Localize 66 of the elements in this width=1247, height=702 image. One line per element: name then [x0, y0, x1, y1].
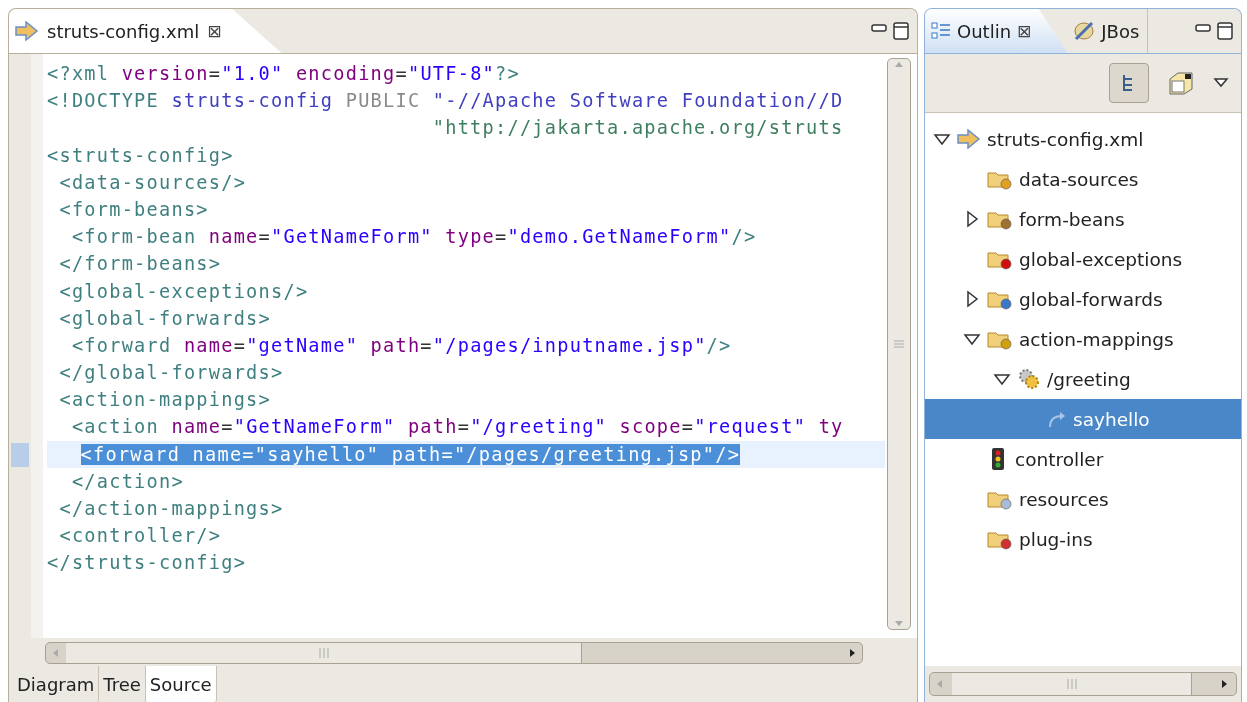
palette-icon	[1073, 20, 1096, 42]
tree-item[interactable]: data-sources	[925, 159, 1241, 199]
code-line: <data-sources/>	[58, 170, 248, 195]
curved-arrow-icon	[1047, 410, 1067, 428]
minimize-icon[interactable]	[871, 22, 887, 34]
tree-item-label: data-sources	[1019, 168, 1139, 190]
tree-item-label: controller	[1015, 448, 1104, 470]
tree-item[interactable]: global-forwards	[925, 279, 1241, 319]
code-line: </action>	[70, 469, 185, 494]
tree-item-label: struts-config.xml	[987, 128, 1144, 150]
tree-item-label: resources	[1019, 488, 1109, 510]
tree-item[interactable]: /greeting	[925, 359, 1241, 399]
code-line: </struts-config>	[47, 551, 248, 576]
tree-item[interactable]: resources	[925, 479, 1241, 519]
tab-title: Outlin	[957, 20, 1012, 42]
tree-view-button[interactable]	[1109, 63, 1149, 103]
tab-title: JBos	[1101, 20, 1140, 42]
tree-item[interactable]: action-mappings	[925, 319, 1241, 359]
grip-icon	[893, 339, 905, 349]
tree-item-label: plug-ins	[1019, 528, 1093, 550]
maximize-icon[interactable]	[1217, 22, 1233, 40]
code-line: <action-mappings>	[58, 388, 272, 413]
gear-icon	[1017, 368, 1041, 390]
tree-item[interactable]: plug-ins	[925, 519, 1241, 559]
tree-item[interactable]: sayhello	[925, 399, 1241, 439]
code-line: </form-beans>	[58, 252, 223, 277]
form-icon	[1168, 71, 1194, 95]
grip-icon	[316, 647, 331, 659]
grip-icon	[1064, 678, 1079, 690]
code-line: <controller/>	[58, 524, 223, 549]
close-icon[interactable]: ⊠	[207, 21, 222, 41]
code-line: <action name="GetNameForm" path="/greeting" scope="request" ty	[70, 415, 845, 440]
file-arrow-icon	[15, 21, 39, 41]
code-line: <global-forwards>	[58, 306, 272, 331]
tree-item-label: global-forwards	[1019, 288, 1163, 310]
code-line: <?xml version="1.0" encoding="UTF-8"?>	[47, 62, 521, 86]
tree-item-label: action-mappings	[1019, 328, 1174, 350]
tree-item-label: global-exceptions	[1019, 248, 1183, 270]
tree-item[interactable]: struts-config.xml	[925, 119, 1241, 159]
code-line: <!DOCTYPE struts-config PUBLIC "-//Apache Software Foundation//D	[47, 89, 845, 114]
tree-item[interactable]: controller	[925, 439, 1241, 479]
tree-item-label: /greeting	[1047, 368, 1131, 390]
code-line: "http://jakarta.apache.org/struts	[431, 116, 845, 141]
maximize-icon[interactable]	[893, 22, 909, 40]
close-icon[interactable]: ⊠	[1017, 21, 1032, 41]
code-line: <struts-config>	[47, 143, 235, 168]
view-tab[interactable]: Outlin ⊠	[925, 9, 1068, 53]
code-line: <form-bean name="GetNameForm" type="demo.GetNameForm"/>	[70, 225, 758, 250]
tree-item-label: form-beans	[1019, 208, 1125, 230]
outline-icon	[931, 22, 951, 40]
tree-item[interactable]: form-beans	[925, 199, 1241, 239]
tab-title: struts-config.xml	[47, 20, 200, 42]
menu-caret-icon[interactable]	[1213, 77, 1229, 89]
code-line: <forward name="getName" path="/pages/inputname.jsp"/>	[70, 333, 733, 358]
page-tab[interactable]: Source	[145, 666, 217, 702]
file-arrow-icon	[957, 129, 981, 149]
code-line: <global-exceptions/>	[58, 279, 310, 304]
code-line: <form-beans>	[58, 197, 210, 222]
code-line: </action-mappings>	[58, 497, 285, 521]
tree-item[interactable]: global-exceptions	[925, 239, 1241, 279]
horizontal-scrollbar[interactable]	[929, 672, 1237, 696]
tree-item-label: sayhello	[1073, 408, 1150, 430]
minimize-icon[interactable]	[1195, 22, 1211, 34]
code-line: </global-forwards>	[58, 361, 285, 386]
editor-tab[interactable]: struts-config.xml ⊠	[9, 9, 282, 53]
horizontal-scrollbar[interactable]	[45, 642, 863, 664]
